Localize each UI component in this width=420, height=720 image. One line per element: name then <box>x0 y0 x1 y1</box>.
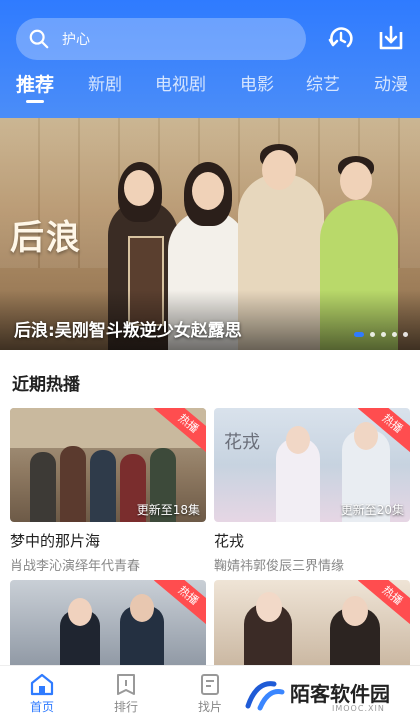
nav-rank[interactable]: 排行 <box>96 672 156 715</box>
watermark-text: 陌客软件园 <box>290 682 390 706</box>
rank-icon <box>117 674 135 695</box>
pagination-dot[interactable] <box>392 332 397 337</box>
top-header: 护心 推荐 新剧 电视剧 电影 综艺 动漫 <box>0 0 420 118</box>
video-thumbnail: 热播 更新至18集 <box>10 408 206 522</box>
banner-figure-face <box>262 150 296 190</box>
watermark-logo-icon <box>245 681 285 711</box>
poster-title: 花戎 <box>224 432 260 453</box>
filter-icon <box>201 674 219 695</box>
tab-new-series[interactable]: 新剧 <box>88 70 122 95</box>
video-card[interactable]: 热播 <box>10 580 206 670</box>
search-bar[interactable]: 护心 <box>16 18 306 60</box>
update-status: 更新至20集 <box>340 503 404 517</box>
video-thumbnail: 花戎 热播 更新至20集 <box>214 408 410 522</box>
nav-label: 找片 <box>197 700 222 714</box>
video-description: 肖战李沁演绎年代青春 <box>10 559 141 574</box>
nav-find[interactable]: 找片 <box>180 672 240 715</box>
active-tab-indicator <box>26 100 44 103</box>
download-icon[interactable] <box>374 22 408 56</box>
section-title: 近期热播 <box>12 375 80 395</box>
refresh-icon[interactable] <box>324 22 358 56</box>
pagination-dot[interactable] <box>370 332 375 337</box>
site-watermark: 陌客软件园 IMOOC.XIN <box>238 676 420 720</box>
watermark-subtext: IMOOC.XIN <box>332 704 385 713</box>
pagination-dot-active[interactable] <box>354 332 364 337</box>
video-card[interactable]: 花戎 热播 更新至20集 花戎 鞠婧祎郭俊辰三界情缘 <box>214 408 410 574</box>
nav-home[interactable]: 首页 <box>12 672 72 715</box>
search-placeholder: 护心 <box>62 32 90 48</box>
banner-figure-face <box>192 172 224 210</box>
pagination-dot[interactable] <box>381 332 386 337</box>
nav-label: 首页 <box>29 700 54 714</box>
banner-figure-face <box>340 162 372 200</box>
tab-recommend[interactable]: 推荐 <box>16 70 54 97</box>
banner-caption: 后浪:吴刚智斗叛逆少女赵露思 <box>14 321 242 341</box>
banner-logo-text: 后浪 <box>10 218 82 258</box>
category-tabs: 推荐 新剧 电视剧 电影 综艺 动漫 <box>0 70 420 110</box>
banner-figure-face <box>124 170 154 206</box>
video-card[interactable]: 热播 更新至18集 梦中的那片海 肖战李沁演绎年代青春 <box>10 408 206 574</box>
video-thumbnail: 热播 <box>214 580 410 670</box>
nav-label: 排行 <box>113 700 138 714</box>
pagination-dot[interactable] <box>403 332 408 337</box>
update-status: 更新至18集 <box>136 503 200 517</box>
tab-variety[interactable]: 综艺 <box>306 70 340 95</box>
home-icon <box>30 673 54 696</box>
tab-movies[interactable]: 电影 <box>240 70 274 95</box>
video-card[interactable]: 热播 <box>214 580 410 670</box>
banner-pagination <box>354 332 408 337</box>
video-title: 梦中的那片海 <box>10 532 101 550</box>
video-thumbnail: 热播 <box>10 580 206 670</box>
search-icon <box>29 29 49 49</box>
video-description: 鞠婧祎郭俊辰三界情缘 <box>214 559 345 574</box>
video-title: 花戎 <box>214 532 245 550</box>
hero-banner[interactable]: 后浪 后浪:吴刚智斗叛逆少女赵露思 <box>0 118 420 350</box>
tab-tv-series[interactable]: 电视剧 <box>155 70 206 95</box>
tab-anime[interactable]: 动漫 <box>374 70 408 95</box>
